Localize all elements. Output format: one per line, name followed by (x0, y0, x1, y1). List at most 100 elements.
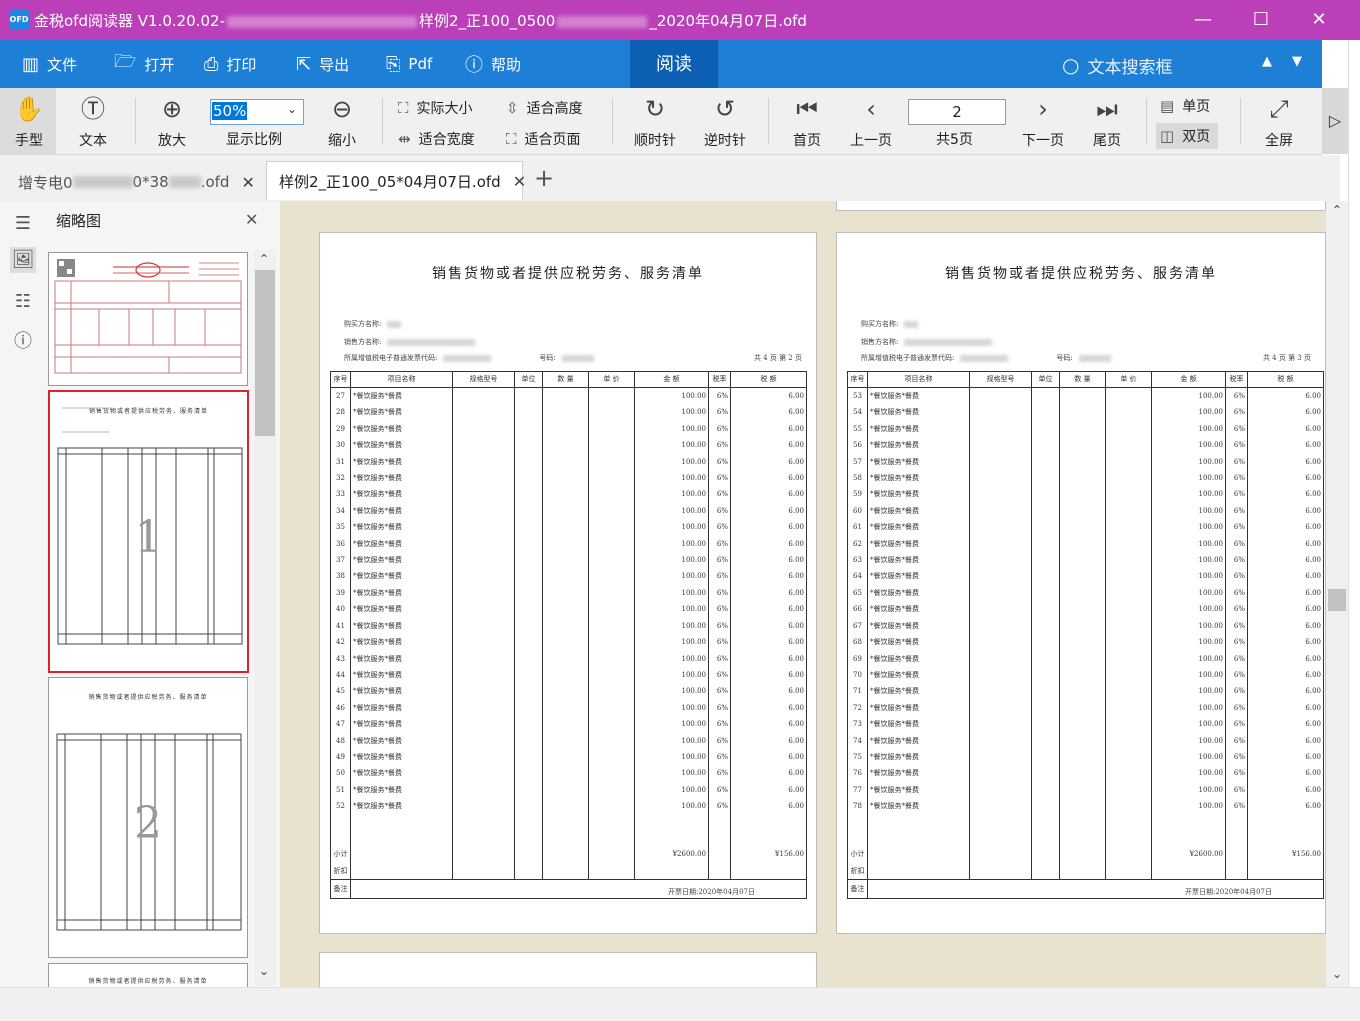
menu-print-label: 打印 (226, 55, 257, 74)
table-cell (1031, 535, 1060, 553)
actual-size-button[interactable]: ⛶ 实际大小 (398, 98, 473, 118)
issue-date: 开票日期:2020年04月07日 (668, 888, 755, 896)
chevron-up-icon[interactable]: ⌃ (259, 252, 269, 266)
thumbnail-page-3[interactable]: 销售货物或者提供应税劳务、服务清单 (48, 963, 248, 988)
table-cell (452, 568, 515, 585)
tab-read[interactable]: 阅读 (630, 40, 718, 88)
menu-pdf[interactable]: ⎘ Pdf (386, 40, 432, 88)
chevron-up-icon[interactable]: ⌃ (1332, 203, 1342, 217)
column-header: 数 量 (542, 371, 589, 388)
viewer-scroll-thumb[interactable] (1328, 589, 1346, 611)
search-input[interactable]: ○ 文本搜索框 (1062, 52, 1242, 78)
list-icon[interactable]: ☷ (10, 289, 36, 315)
text-tool-button[interactable]: Ⓣ 文本 (72, 94, 114, 150)
table-cell (1225, 862, 1248, 880)
menu-print[interactable]: ⎙ 打印 (204, 40, 256, 88)
tab-document-1[interactable]: 增专电0 0*38 .ofd ✕ (10, 163, 266, 201)
hand-tool-button[interactable]: ✋ 手型 (8, 94, 50, 150)
info-icon: ⓘ (465, 55, 483, 76)
table-cell (969, 732, 1032, 749)
info-icon[interactable]: ⓘ (10, 329, 36, 355)
table-cell (1059, 437, 1106, 454)
thumbnail-invoice[interactable] (48, 252, 248, 386)
table-cell: 6.00 (730, 420, 807, 438)
table-cell (514, 486, 543, 503)
table-row: 74 *餐饮服务*餐费 100.00 6% 6.00 (847, 732, 1324, 749)
thumbnail-page-number: 1 (134, 512, 163, 563)
table-cell (588, 716, 635, 733)
window-title: 金税ofd阅读器 V1.0.20.02- 样例2_正100_0500 _2020年0… (34, 10, 807, 31)
table-row: 73 *餐饮服务*餐费 100.00 6% 6.00 (847, 716, 1324, 733)
fullscreen-button[interactable]: ⤢ 全屏 (1258, 94, 1300, 150)
fit-height-button[interactable]: ⇳ 适合高度 (506, 98, 583, 118)
thumbnail-page-2[interactable]: 销售货物或者提供应税劳务、服务清单 2 (48, 677, 248, 958)
table-cell (452, 781, 515, 799)
table-row: 49 *餐饮服务*餐费 100.00 6% 6.00 (330, 748, 807, 766)
table-cell (542, 617, 589, 635)
thumbnail-close-button[interactable]: ✕ (245, 210, 258, 229)
close-icon[interactable]: ✕ (241, 173, 254, 192)
next-page-button[interactable]: › 下一页 (1016, 94, 1070, 150)
table-cell: 76 (847, 765, 868, 782)
menu-file[interactable]: ▥ 文件 (22, 40, 77, 88)
thumbnail-scroll-thumb[interactable] (255, 270, 275, 436)
close-window-button[interactable]: ✕ (1290, 0, 1348, 40)
chevron-down-icon[interactable]: ⌄ (1332, 967, 1342, 981)
document-viewer[interactable]: 销售货物或者提供应税劳务、服务清单 购买方名称: 销售方名称: 所属增值税电子普… (280, 201, 1326, 987)
table-cell: *餐饮服务*餐费 (350, 453, 453, 471)
close-icon[interactable]: ✕ (513, 172, 526, 191)
table-cell: 6.00 (730, 404, 807, 421)
thumbnail-icon[interactable]: 🖼 (10, 247, 36, 273)
zoom-out-button[interactable]: ⊖ 缩小 (320, 94, 364, 150)
tab-document-2[interactable]: 样例2_正100_05*04月07日.ofd ✕ (266, 161, 526, 200)
table-cell: 6% (1225, 470, 1248, 487)
zoom-in-button[interactable]: ⊕ 放大 (150, 94, 194, 150)
column-header: 单位 (1031, 371, 1060, 388)
viewer-scrollbar[interactable]: ⌃ ⌄ (1326, 201, 1348, 987)
chevron-down-icon[interactable]: ⌄ (259, 964, 269, 978)
table-cell: 6.00 (730, 568, 807, 585)
table-cell: 58 (847, 470, 868, 487)
table-row: 71 *餐饮服务*餐费 100.00 6% 6.00 (847, 683, 1324, 700)
fit-page-button[interactable]: ⛶ 适合页面 (506, 129, 581, 149)
table-cell (969, 634, 1032, 651)
search-next-button[interactable]: ▼ (1292, 54, 1302, 69)
last-page-button[interactable]: ⏭ 尾页 (1086, 94, 1128, 150)
table-cell: 6% (1225, 798, 1248, 815)
first-page-button[interactable]: ⏮ 首页 (786, 94, 828, 150)
toolbar-more-button[interactable]: ▷ (1322, 88, 1348, 154)
table-cell: 6% (708, 798, 731, 815)
table-cell: 68 (847, 634, 868, 651)
table-cell: 100.00 (634, 584, 709, 602)
zoom-select[interactable]: 50% ⌄ (210, 99, 304, 125)
single-page-button[interactable]: ▤ 单页 (1160, 96, 1210, 116)
thumbnail-page-1[interactable]: 销售货物或者提供应税劳务、服务清单 1 (48, 390, 249, 673)
search-prev-button[interactable]: ▲ (1262, 54, 1272, 69)
double-page-button[interactable]: ◫ 双页 (1156, 123, 1219, 149)
maximize-button[interactable]: ☐ (1232, 0, 1290, 40)
table-cell (542, 519, 589, 536)
prev-page-button[interactable]: ‹ 上一页 (844, 94, 898, 150)
table-cell: 100.00 (1151, 387, 1226, 405)
page-number-input[interactable]: 2 (908, 99, 1006, 125)
new-tab-button[interactable]: + (534, 164, 554, 192)
table-row: 36 *餐饮服务*餐费 100.00 6% 6.00 (330, 535, 807, 553)
table-cell: 100.00 (1151, 798, 1226, 815)
rotate-counterclockwise-button[interactable]: ↺ 逆时针 (698, 94, 752, 150)
outline-icon[interactable]: ☰ (10, 211, 36, 237)
menu-open-label: 打开 (144, 55, 175, 74)
table-cell: 6% (708, 470, 731, 487)
menu-export[interactable]: ⇱ 导出 (296, 40, 349, 88)
menu-open[interactable]: 🗁 打开 (114, 40, 174, 88)
fit-width-button[interactable]: ⇹ 适合宽度 (398, 129, 475, 149)
minimize-button[interactable]: — (1174, 0, 1232, 40)
menu-help[interactable]: ⓘ 帮助 (465, 40, 521, 88)
table-cell: 6.00 (1247, 699, 1324, 717)
table-cell (350, 862, 453, 880)
rotate-clockwise-button[interactable]: ↻ 顺时针 (628, 94, 682, 150)
thumbnail-scrollbar[interactable]: ⌃ ⌄ (254, 250, 276, 986)
table-cell: 100.00 (634, 519, 709, 536)
fit-page-icon: ⛶ (506, 130, 517, 148)
table-cell: 6% (1225, 404, 1248, 421)
column-header: 序号 (847, 371, 868, 388)
